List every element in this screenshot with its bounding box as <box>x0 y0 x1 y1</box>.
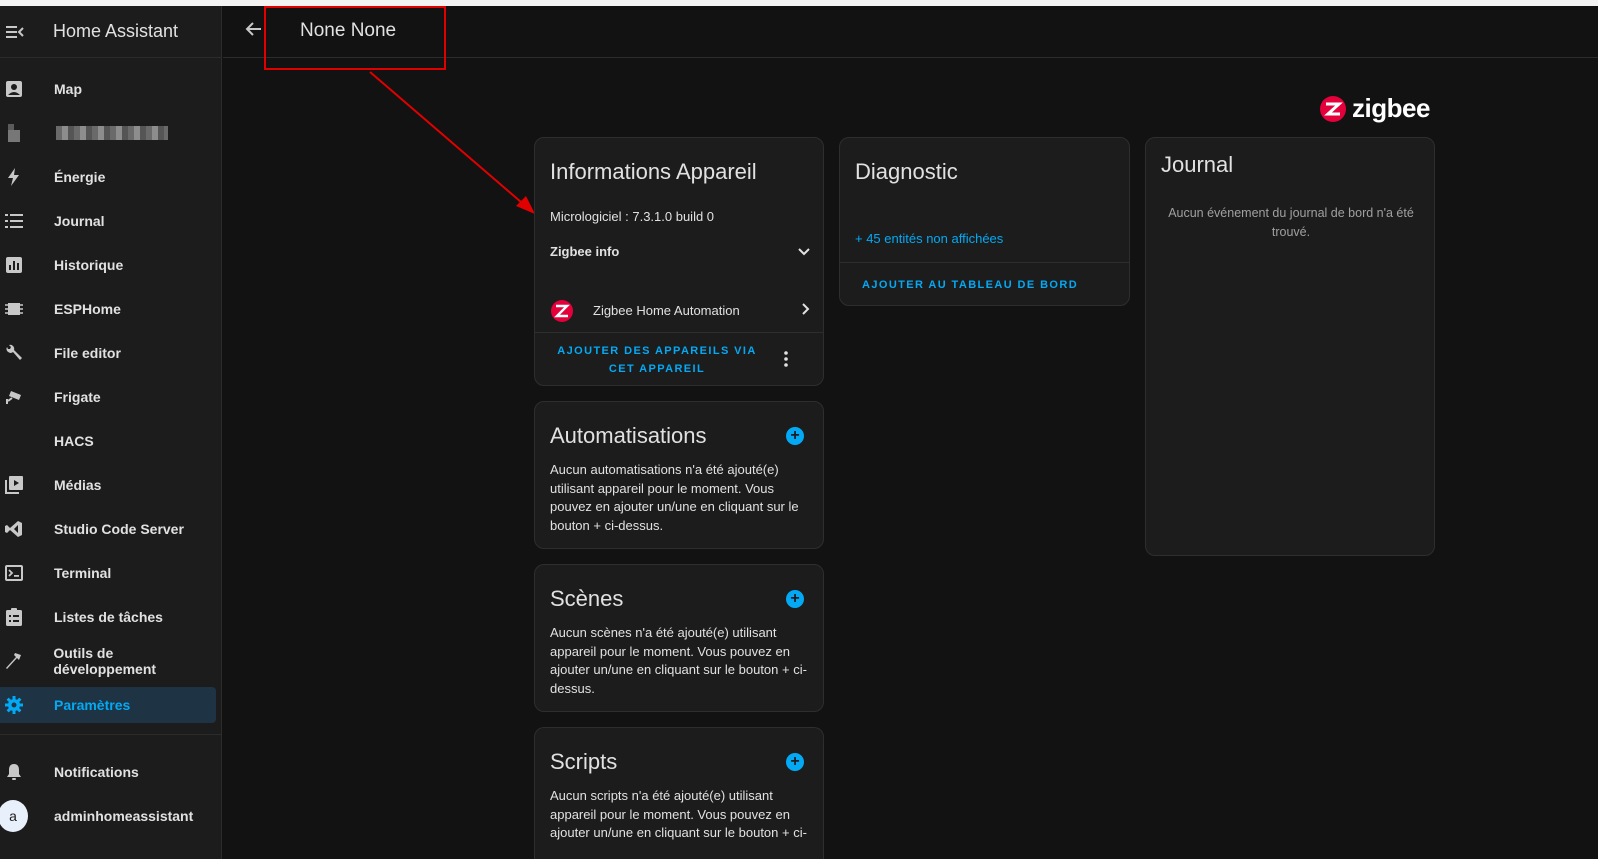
scripts-text-line: Aucun scripts n'a été ajouté(e) utilisan… <box>550 788 773 803</box>
zigbee-logo-icon <box>1320 95 1346 122</box>
scenes-empty-text: Aucun scènes n'a été ajouté(e) utilisant… <box>550 624 807 698</box>
scenes-text-line: ajouter un/une en cliquant sur le bouton… <box>550 662 807 677</box>
add-automation-plus-icon[interactable]: + <box>786 427 804 445</box>
add-scene-plus-icon[interactable]: + <box>786 590 804 608</box>
zigbee-icon <box>551 300 573 322</box>
scripts-text-line: appareil pour le moment. Vous pouvez en <box>550 806 790 822</box>
chevron-down-icon <box>798 243 810 261</box>
card-divider <box>840 262 1129 263</box>
add-to-dashboard-button[interactable]: AJOUTER AU TABLEAU DE BORD <box>862 276 1078 294</box>
zigbee-logo-text: zigbee <box>1352 93 1430 123</box>
journal-card: Journal Aucun événement du journal de bo… <box>1145 137 1435 556</box>
scenes-text-line: Aucun scènes n'a été ajouté(e) utilisant <box>550 625 777 640</box>
zigbee-logo: zigbee <box>1320 93 1430 124</box>
scripts-card: Scripts + Aucun scripts n'a été ajouté(e… <box>534 727 824 859</box>
automations-card: Automatisations + Aucun automatisations … <box>534 401 824 549</box>
more-vertical-icon[interactable] <box>784 351 788 372</box>
scenes-title: Scènes <box>550 586 624 611</box>
diagnostic-card: Diagnostic + 45 entités non affichées AJ… <box>839 137 1130 306</box>
journal-empty-line-1: Aucun événement du journal de bord n'a é… <box>1168 206 1414 220</box>
add-devices-button[interactable]: AJOUTER DES APPAREILS VIA CET APPAREIL <box>557 342 757 378</box>
chevron-right-icon <box>802 302 810 320</box>
diagnostic-title: Diagnostic <box>855 159 958 184</box>
journal-title: Journal <box>1161 152 1234 177</box>
hidden-entities-link[interactable]: + 45 entités non affichées <box>855 231 1003 246</box>
scripts-empty-text: Aucun scripts n'a été ajouté(e) utilisan… <box>550 787 807 843</box>
add-script-plus-icon[interactable]: + <box>786 753 804 771</box>
integration-row[interactable]: Zigbee Home Automation <box>550 297 810 325</box>
card-divider <box>535 332 823 333</box>
automations-title: Automatisations <box>550 423 707 448</box>
integration-label: Zigbee Home Automation <box>593 302 740 318</box>
zigbee-info-label: Zigbee info <box>550 243 620 259</box>
scenes-text-line: dessus. <box>550 680 595 696</box>
journal-empty-message: Aucun événement du journal de bord n'a é… <box>1146 204 1436 241</box>
automations-text-line: pouvez en ajouter un/une en cliquant sur… <box>550 499 799 514</box>
scenes-text-line: appareil pour le moment. Vous pouvez en <box>550 643 790 659</box>
add-devices-label-1: AJOUTER DES APPAREILS VIA <box>557 345 757 357</box>
scenes-card: Scènes + Aucun scènes n'a été ajouté(e) … <box>534 564 824 712</box>
automations-empty-text: Aucun automatisations n'a été ajouté(e) … <box>550 461 799 535</box>
automations-text-line: bouton + ci-dessus. <box>550 517 664 533</box>
automations-text-line: Aucun automatisations n'a été ajouté(e) <box>550 462 779 477</box>
firmware-text: Micrologiciel : 7.3.1.0 build 0 <box>550 209 715 224</box>
add-devices-label-2: CET APPAREIL <box>608 363 706 375</box>
device-info-title: Informations Appareil <box>550 159 757 184</box>
journal-empty-line-2: trouvé. <box>1271 224 1311 239</box>
zigbee-info-expander[interactable]: Zigbee info <box>550 242 810 262</box>
device-info-card: Informations Appareil Micrologiciel : 7.… <box>534 137 824 386</box>
scripts-title: Scripts <box>550 749 618 774</box>
scripts-text-line: ajouter un/une en cliquant sur le bouton… <box>550 825 807 840</box>
automations-text-line: utilisant appareil pour le moment. Vous <box>550 480 775 496</box>
